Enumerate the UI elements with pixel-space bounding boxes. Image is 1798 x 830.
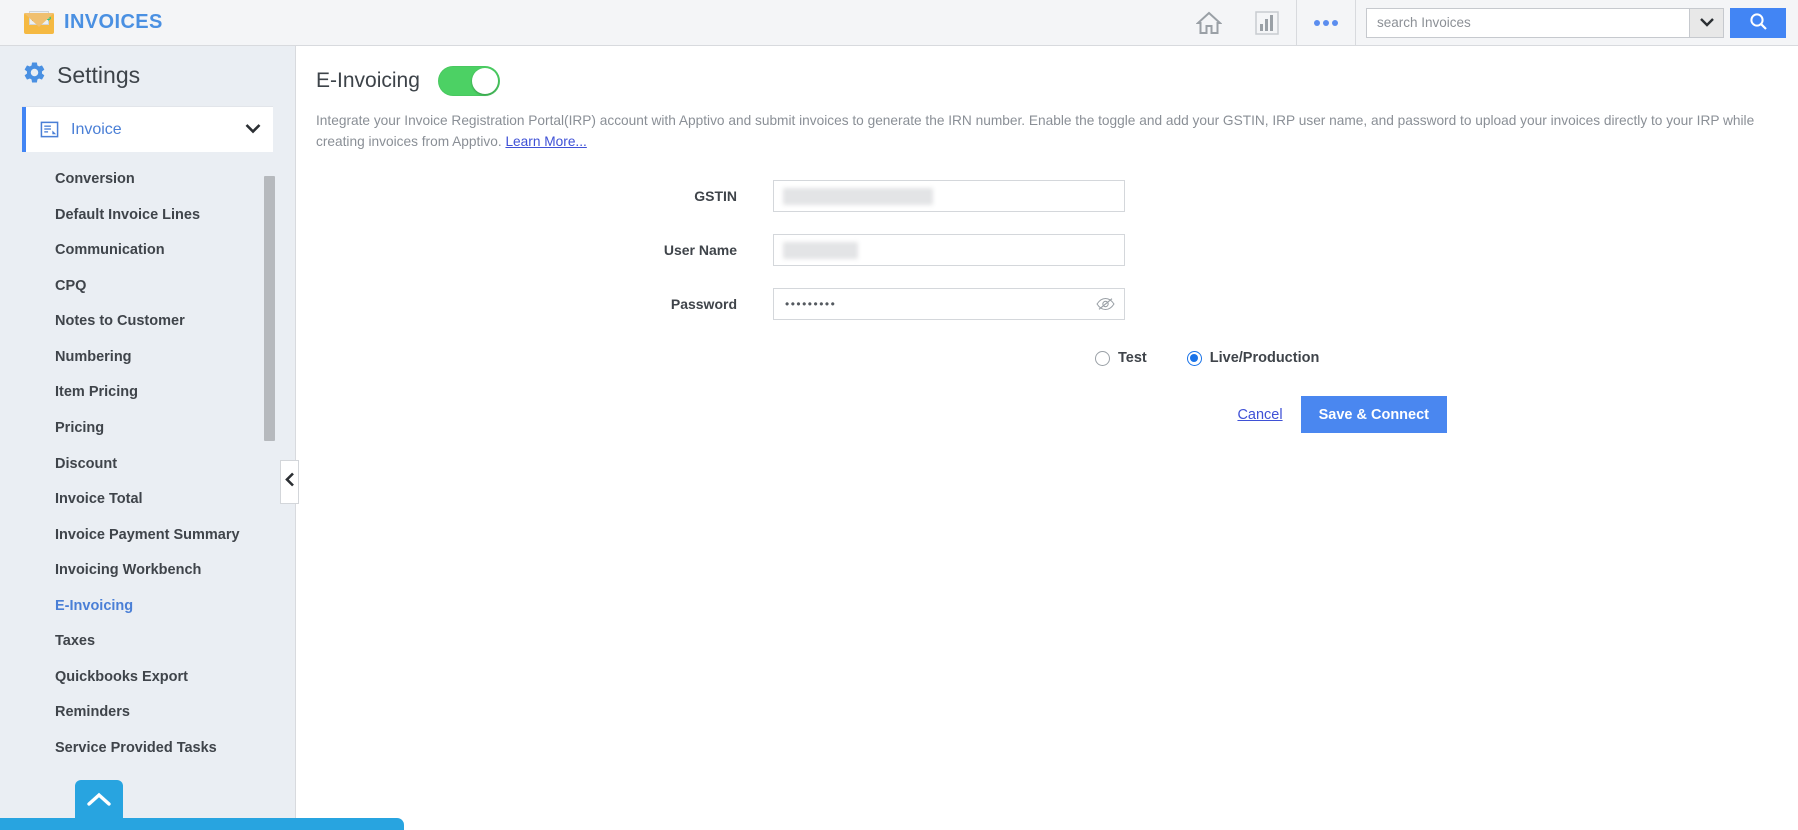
sidebar-item-service-provided-tasks[interactable]: Service Provided Tasks xyxy=(0,731,295,767)
form-row-username: User Name xyxy=(297,234,1798,267)
sidebar-item-item-pricing[interactable]: Item Pricing xyxy=(0,375,295,411)
sidebar-item-default-invoice-lines[interactable]: Default Invoice Lines xyxy=(0,198,295,234)
form-row-gstin: GSTIN xyxy=(297,180,1798,213)
section-description: Integrate your Invoice Registration Port… xyxy=(316,110,1779,152)
sidebar-item-discount[interactable]: Discount xyxy=(0,447,295,483)
save-and-connect-button[interactable]: Save & Connect xyxy=(1300,396,1447,434)
sidebar-module-label: Invoice xyxy=(71,120,122,138)
search-button[interactable] xyxy=(1730,7,1786,38)
radio-test[interactable]: Test xyxy=(1095,350,1147,366)
sidebar-item-numbering[interactable]: Numbering xyxy=(0,340,295,376)
sidebar-item-pricing[interactable]: Pricing xyxy=(0,411,295,447)
learn-more-link[interactable]: Learn More... xyxy=(505,134,586,149)
toggle-knob xyxy=(471,68,498,94)
search-input[interactable] xyxy=(1367,8,1689,37)
sidebar-item-invoice-payment-summary[interactable]: Invoice Payment Summary xyxy=(0,518,295,554)
sidebar-item-notes-to-customer[interactable]: Notes to Customer xyxy=(0,304,295,340)
sidebar-item-invoicing-workbench[interactable]: Invoicing Workbench xyxy=(0,553,295,589)
search-icon xyxy=(1749,12,1768,34)
scroll-to-top-button[interactable] xyxy=(75,780,123,824)
ellipsis-icon xyxy=(1314,19,1320,26)
settings-nav-list: Conversion Default Invoice Lines Communica… xyxy=(0,162,295,767)
app-logo[interactable]: $ INVOICES xyxy=(24,10,163,35)
page-title: E-Invoicing xyxy=(316,69,420,92)
form-actions: Cancel Save & Connect xyxy=(297,396,1447,434)
password-field[interactable]: ••••••••• xyxy=(773,288,1125,321)
sidebar-item-communication[interactable]: Communication xyxy=(0,233,295,269)
chevron-down-icon[interactable] xyxy=(245,121,261,139)
sidebar-item-conversion[interactable]: Conversion xyxy=(0,162,295,198)
home-button[interactable] xyxy=(1180,0,1238,46)
sidebar-item-quickbooks-export[interactable]: Quickbooks Export xyxy=(0,660,295,696)
reports-button[interactable] xyxy=(1238,0,1296,46)
cancel-button[interactable]: Cancel xyxy=(1237,407,1282,423)
chevron-left-icon xyxy=(284,472,295,492)
environment-radio-group: Test Live/Production xyxy=(1095,350,1798,366)
gstin-redacted-value xyxy=(783,187,933,205)
radio-test-input[interactable] xyxy=(1095,350,1110,366)
section-header: E-Invoicing xyxy=(297,46,1798,96)
einvoicing-toggle[interactable] xyxy=(437,66,500,96)
chevron-down-icon xyxy=(1699,14,1714,32)
sidebar-header: Settings xyxy=(0,46,295,100)
search-scope-dropdown[interactable] xyxy=(1689,8,1723,37)
sidebar-scrollbar-thumb[interactable] xyxy=(264,176,275,441)
radio-live-production-input[interactable] xyxy=(1186,350,1202,366)
gstin-field[interactable] xyxy=(773,180,1125,213)
chevron-up-icon xyxy=(86,792,112,813)
radio-selected-dot xyxy=(1190,354,1199,363)
sidebar-module-invoice[interactable]: Invoice xyxy=(22,106,273,152)
bar-chart-icon xyxy=(1255,10,1279,35)
gear-icon xyxy=(22,60,47,90)
username-label: User Name xyxy=(663,242,737,259)
sidebar-item-cpq[interactable]: CPQ xyxy=(0,269,295,305)
settings-sidebar: Settings Invoice Conversion Default Invoi… xyxy=(0,46,296,830)
username-field[interactable] xyxy=(773,234,1125,267)
app-title: INVOICES xyxy=(64,11,163,33)
radio-live-production[interactable]: Live/Production xyxy=(1186,350,1320,367)
sidebar-item-invoice-total[interactable]: Invoice Total xyxy=(0,482,295,518)
sidebar-item-e-invoicing[interactable]: E-Invoicing xyxy=(0,589,295,625)
main-content: E-Invoicing Integrate your Invoice Regis… xyxy=(297,46,1798,830)
home-icon xyxy=(1196,11,1222,35)
top-bar-actions xyxy=(1180,0,1798,46)
gstin-label: GSTIN xyxy=(694,188,737,205)
sidebar-item-reminders[interactable]: Reminders xyxy=(0,695,295,731)
more-options-button[interactable] xyxy=(1297,0,1355,46)
radio-live-production-label: Live/Production xyxy=(1209,350,1320,367)
sidebar-item-taxes[interactable]: Taxes xyxy=(0,624,295,660)
password-label: Password xyxy=(670,296,737,313)
invoice-list-icon xyxy=(40,120,59,139)
password-value: ••••••••• xyxy=(785,297,837,312)
search-area xyxy=(1356,0,1798,46)
invoice-envelope-icon: $ xyxy=(24,10,54,35)
username-redacted-value xyxy=(783,241,858,259)
top-bar: $ INVOICES xyxy=(0,0,1798,46)
sidebar-title: Settings xyxy=(57,61,141,88)
radio-test-label: Test xyxy=(1118,350,1147,367)
search-box xyxy=(1366,7,1724,38)
einvoicing-form: GSTIN User Name Password ••••••••• Test … xyxy=(297,180,1798,434)
form-row-password: Password ••••••••• xyxy=(297,288,1798,321)
eye-slash-icon[interactable] xyxy=(1096,297,1115,312)
bottom-bar xyxy=(0,818,404,830)
sidebar-collapse-handle[interactable] xyxy=(280,460,299,504)
